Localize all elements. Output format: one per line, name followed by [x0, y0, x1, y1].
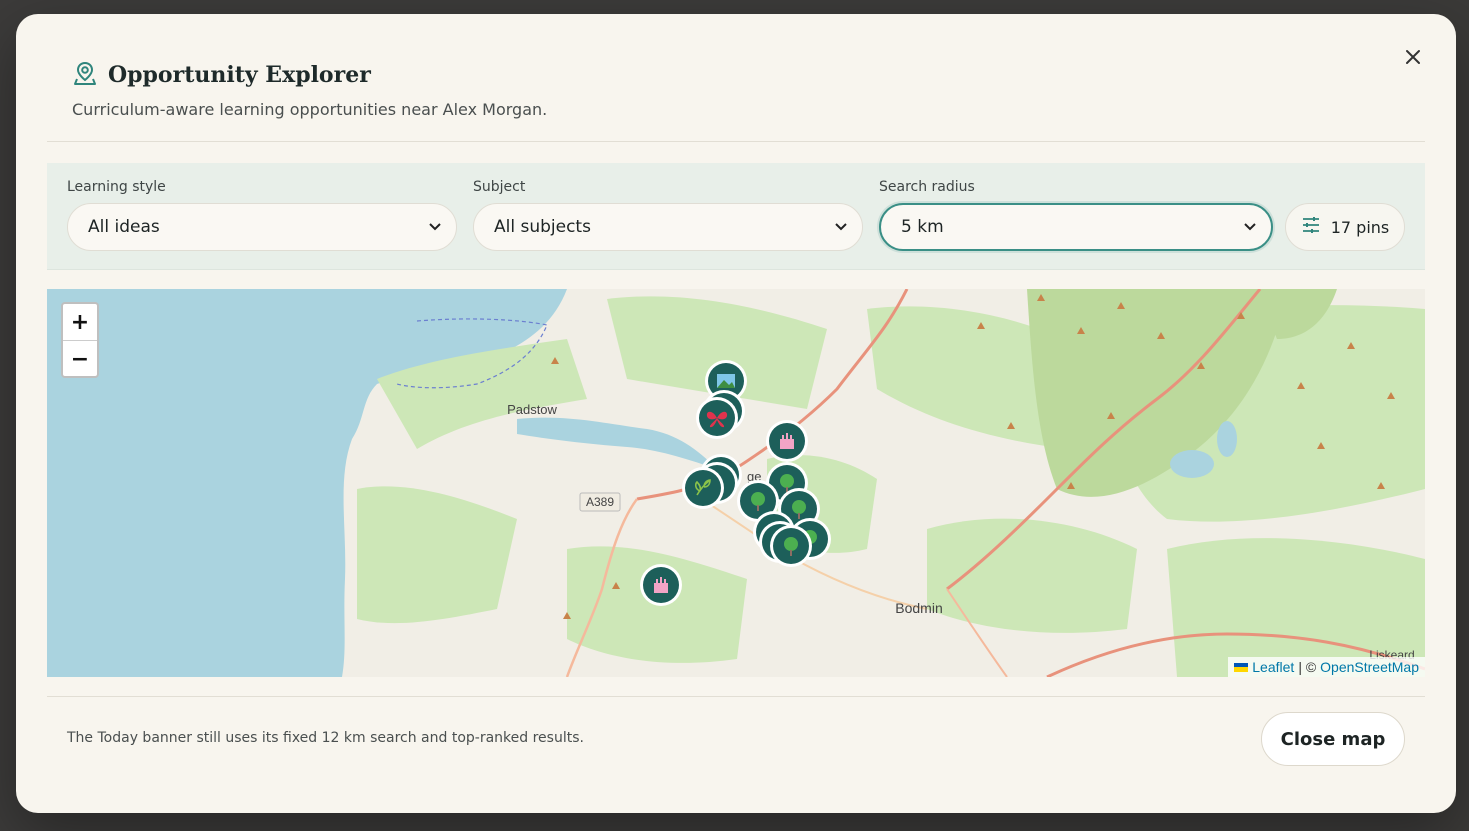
- attribution-separator: | ©: [1298, 659, 1317, 675]
- filter-bar: Learning style All ideas Subject All sub…: [47, 163, 1425, 270]
- radius-label: Search radius: [879, 179, 975, 195]
- zoom-control: + −: [61, 302, 99, 378]
- footer-divider: [47, 696, 1425, 697]
- map-pin-butterfly[interactable]: [696, 397, 738, 439]
- place-label-padstow: Padstow: [507, 402, 557, 417]
- zoom-out-button[interactable]: −: [63, 340, 97, 377]
- map-pin-castle[interactable]: [766, 420, 808, 462]
- road-label: A389: [586, 495, 614, 509]
- modal-header: Opportunity Explorer Curriculum-aware le…: [72, 60, 547, 119]
- map-view[interactable]: A389 Padstow ge Bodmin Liskeard + − Leaf…: [47, 289, 1425, 677]
- learning-style-value: All ideas: [88, 217, 160, 237]
- place-label-bodmin: Bodmin: [895, 600, 942, 616]
- radius-select[interactable]: 5 km: [879, 203, 1273, 251]
- location-pin-icon: [72, 60, 98, 90]
- pins-count-label: 17 pins: [1330, 217, 1390, 237]
- subject-select[interactable]: All subjects: [473, 203, 863, 251]
- pins-count-button[interactable]: 17 pins: [1285, 203, 1405, 251]
- map-pin-herb[interactable]: [682, 467, 724, 509]
- chevron-down-icon: [1243, 217, 1257, 237]
- modal-subtitle: Curriculum-aware learning opportunities …: [72, 100, 548, 119]
- close-map-button[interactable]: Close map: [1261, 712, 1405, 766]
- leaflet-link[interactable]: Leaflet: [1252, 659, 1294, 675]
- sliders-icon: [1301, 216, 1321, 238]
- modal-title: Opportunity Explorer: [108, 62, 371, 88]
- map-pin-castle[interactable]: [640, 564, 682, 606]
- subject-value: All subjects: [494, 217, 591, 237]
- map-pin-tree[interactable]: [770, 525, 812, 567]
- close-icon[interactable]: [1400, 44, 1426, 70]
- subject-label: Subject: [473, 179, 526, 195]
- header-divider: [47, 141, 1425, 142]
- learning-style-select[interactable]: All ideas: [67, 203, 457, 251]
- zoom-in-button[interactable]: +: [63, 304, 97, 340]
- map-attribution: Leaflet | © OpenStreetMap: [1228, 657, 1425, 677]
- chevron-down-icon: [834, 217, 848, 237]
- radius-value: 5 km: [901, 217, 944, 237]
- footer-note: The Today banner still uses its fixed 12…: [67, 730, 584, 746]
- openstreetmap-link[interactable]: OpenStreetMap: [1320, 659, 1419, 675]
- ukraine-flag-icon: [1234, 662, 1249, 672]
- chevron-down-icon: [428, 217, 442, 237]
- learning-style-label: Learning style: [67, 179, 166, 195]
- opportunity-explorer-modal: Opportunity Explorer Curriculum-aware le…: [16, 14, 1456, 813]
- map-tiles: A389 Padstow ge Bodmin Liskeard: [47, 289, 1425, 677]
